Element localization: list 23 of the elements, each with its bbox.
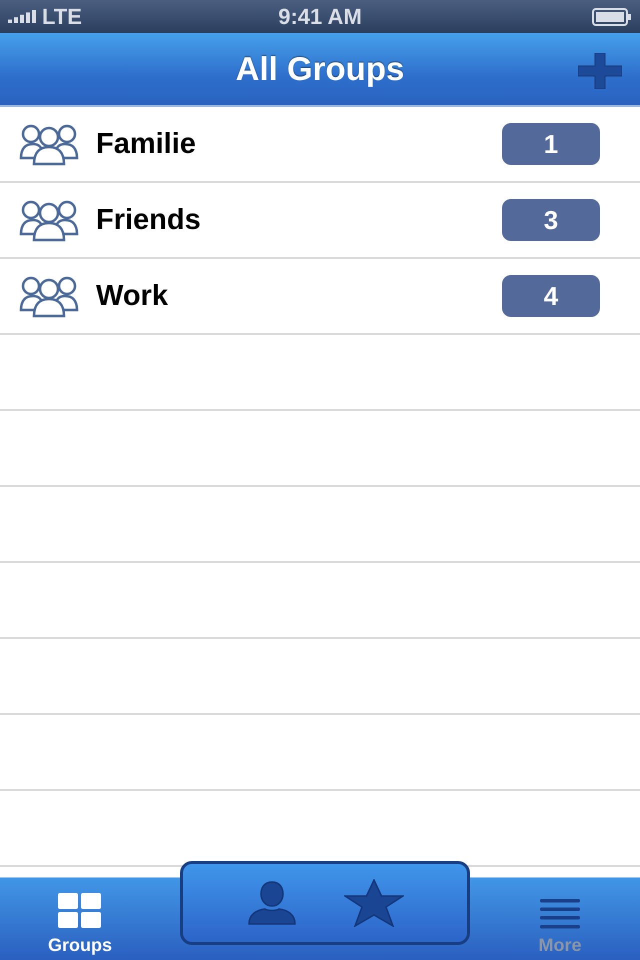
battery-icon — [592, 8, 632, 26]
member-count: 1 — [502, 123, 600, 165]
signal-icon — [8, 10, 36, 24]
carrier-label: LTE — [42, 4, 82, 30]
group-row[interactable]: Friends 3 — [0, 183, 640, 259]
grid-icon — [58, 893, 102, 929]
group-row[interactable]: Work 4 — [0, 259, 640, 335]
group-icon — [18, 274, 80, 318]
group-row[interactable]: Familie 1 — [0, 107, 640, 183]
star-icon[interactable] — [344, 879, 404, 927]
add-icon[interactable] — [578, 53, 622, 89]
tab[interactable]: Groups — [0, 878, 160, 960]
member-count: 3 — [502, 199, 600, 241]
person-icon[interactable] — [246, 880, 296, 926]
member-count: 4 — [502, 275, 600, 317]
nav-title: All Groups — [236, 50, 404, 88]
status-time: 9:41 AM — [278, 4, 362, 30]
group-name: Work — [96, 280, 169, 312]
menu-icon — [540, 899, 580, 929]
group-icon — [18, 198, 80, 242]
group-icon — [18, 122, 80, 166]
group-name: Familie — [96, 128, 197, 160]
group-name: Friends — [96, 204, 202, 236]
